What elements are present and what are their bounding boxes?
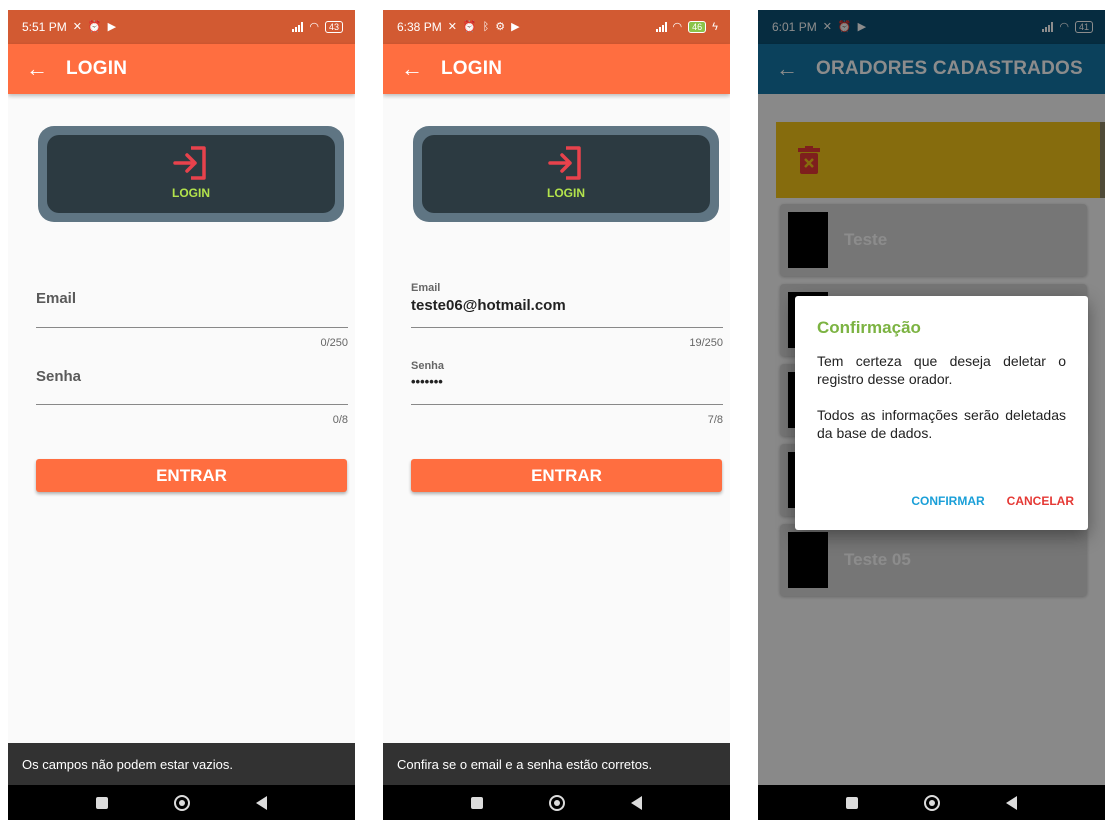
login-screen-filled: 6:38 PM ✕ ⏰ ᛒ ⚙ ▶ ◠ 46 ϟ ← LOGIN LOGIN E… [383,10,730,820]
page-title: LOGIN [441,58,503,79]
alarm-icon: ⏰ [87,20,102,33]
arrow-left-icon[interactable]: ← [26,56,66,82]
youtube-icon: ▶ [107,20,117,33]
app-bar: ← LOGIN [383,44,730,94]
status-time: 6:38 PM [397,20,442,34]
mute-icon: ✕ [72,20,82,33]
email-field[interactable]: Email teste06@hotmail.com 19/250 [411,282,723,349]
dialog-title: Confirmação [817,318,921,337]
login-logo-card: LOGIN [413,126,719,222]
mute-icon: ✕ [447,20,457,33]
password-value: ••••••• [411,374,443,389]
alarm-icon: ⏰ [462,20,477,33]
youtube-icon: ▶ [511,20,520,33]
page-title: LOGIN [66,58,128,79]
snackbar: Confira se o email e a senha estão corre… [383,743,730,785]
password-label: Senha [36,368,82,385]
status-bar: 6:38 PM ✕ ⏰ ᛒ ⚙ ▶ ◠ 46 ϟ [383,10,730,44]
login-icon [548,146,581,180]
wifi-icon: ◠ [309,20,319,33]
charging-icon: ϟ [712,20,718,33]
cancel-button[interactable]: CANCELAR [1007,494,1074,508]
nav-bar [8,785,355,820]
circle-icon[interactable] [174,794,190,811]
status-bar: 5:51 PM ✕ ⏰ ▶ ◠ 43 [8,10,355,44]
dialog-message: Tem certeza que deseja deletar o registr… [817,353,1066,387]
circle-icon[interactable] [924,794,940,811]
login-logo-card: LOGIN [38,126,344,222]
login-icon [173,146,206,180]
snackbar: Os campos não podem estar vazios. [8,743,355,785]
email-value: teste06@hotmail.com [411,297,566,314]
confirm-button[interactable]: CONFIRMAR [911,494,984,508]
circle-icon[interactable] [549,794,565,811]
email-field[interactable]: Email 0/250 [36,290,348,349]
wifi-icon: ◠ [672,20,683,33]
password-label: Senha [411,360,445,372]
triangle-back-icon[interactable] [256,795,267,810]
square-icon[interactable] [846,796,858,809]
login-screen-empty: 5:51 PM ✕ ⏰ ▶ ◠ 43 ← LOGIN LOGIN Email 0… [8,10,355,820]
logo-label: LOGIN [172,186,210,200]
logo-label: LOGIN [547,186,585,200]
triangle-back-icon[interactable] [631,795,642,810]
entrar-button[interactable]: ENTRAR [411,459,722,492]
password-counter: 7/8 [707,414,723,426]
signal-icon [655,22,667,32]
password-field[interactable]: Senha 0/8 [36,368,348,426]
square-icon[interactable] [96,796,108,809]
email-counter: 0/250 [320,337,348,349]
square-icon[interactable] [471,796,483,809]
nav-bar [758,785,1105,820]
app-bar: ← LOGIN [8,44,355,94]
password-counter: 0/8 [332,414,348,426]
entrar-button[interactable]: ENTRAR [36,459,347,492]
bluetooth-icon: ᛒ [482,20,490,33]
speakers-list-screen: 6:01 PM ✕ ⏰ ▶ ◠ 41 ← ORADORES CADASTRADO… [758,10,1105,820]
signal-icon [292,22,304,32]
battery-icon: 46 [688,21,707,33]
email-counter: 19/250 [689,337,723,349]
dialog-message-secondary: Todos as informações serão deletadas da … [817,407,1066,441]
dialog-actions: CONFIRMAR CANCELAR [911,494,1074,508]
confirm-dialog: Confirmação Tem certeza que deseja delet… [795,296,1088,530]
battery-icon: 43 [324,21,343,33]
email-label: Email [36,290,77,307]
arrow-left-icon[interactable]: ← [401,56,441,82]
nav-bar [383,785,730,820]
settings-icon: ⚙ [495,20,506,33]
status-time: 5:51 PM [22,20,67,34]
triangle-back-icon[interactable] [1006,795,1017,810]
password-field[interactable]: Senha ••••••• 7/8 [411,360,723,426]
email-label: Email [411,282,441,294]
